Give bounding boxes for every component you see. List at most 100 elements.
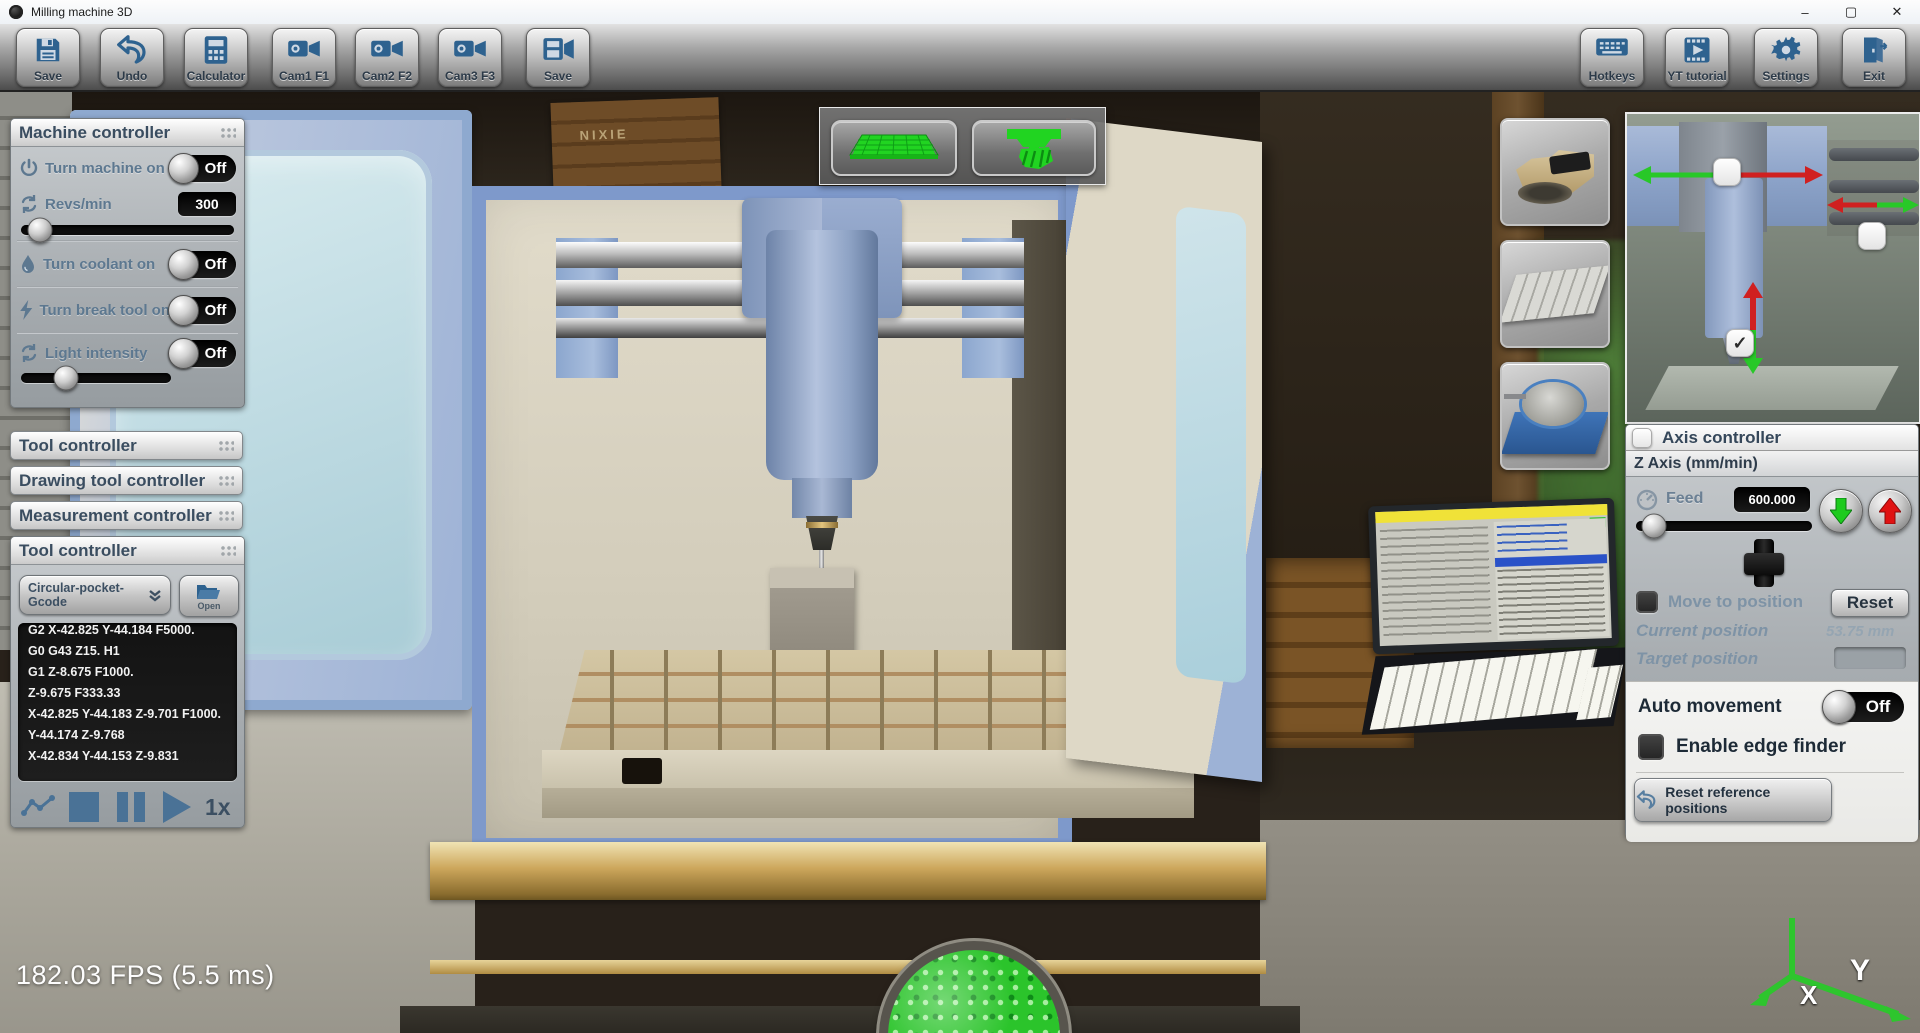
gear-icon: [1755, 35, 1817, 65]
maximize-button[interactable]: ▢: [1828, 0, 1874, 24]
revs-slider-knob[interactable]: [28, 218, 53, 243]
pause-button[interactable]: [117, 792, 151, 822]
close-button[interactable]: ✕: [1874, 0, 1920, 24]
move-to-position-label: Move to position: [1668, 592, 1803, 612]
calculator-button[interactable]: Calculator: [184, 28, 248, 87]
video-camera-icon: [273, 35, 335, 61]
tool-controller-collapsed-header[interactable]: Tool controller: [10, 431, 243, 460]
mini-rail-bar2: [1829, 180, 1919, 193]
exit-button[interactable]: Exit: [1842, 28, 1906, 87]
jog-up-button[interactable]: [1868, 489, 1912, 533]
settings-button[interactable]: Settings: [1754, 28, 1818, 87]
auto-movement-toggle[interactable]: Off: [1824, 692, 1904, 722]
thumbnail-rotary-table[interactable]: [1500, 362, 1610, 470]
gcode-listing[interactable]: G2 X-42.825 Y-44.184 F5000. G0 G43 Z15. …: [18, 623, 237, 781]
feed-label: Feed: [1666, 490, 1703, 508]
scene-table-lower: [542, 788, 1194, 818]
current-position-label: Current position: [1636, 621, 1768, 641]
y-axis-arrows[interactable]: [1827, 194, 1919, 216]
z-jog-handle[interactable]: [1744, 553, 1784, 575]
thumbnail-fixture-plate[interactable]: [1500, 240, 1610, 348]
save-button[interactable]: Save: [16, 28, 80, 87]
panel-grip-icon: [220, 545, 236, 557]
rotary-crank: [1504, 394, 1526, 399]
revs-slider[interactable]: [21, 225, 234, 235]
target-position-input[interactable]: [1834, 647, 1906, 669]
machine-controller-title: Machine controller: [19, 123, 170, 143]
z-axis-header-label: Z Axis (mm/min): [1634, 455, 1758, 473]
break-tool-toggle[interactable]: Off: [170, 297, 236, 324]
toolpath-chart-icon[interactable]: [21, 793, 55, 821]
yt-tutorial-button[interactable]: YT tutorial: [1665, 28, 1729, 87]
green-down-arrow-icon: [1830, 498, 1852, 524]
calculator-button-label: Calculator: [187, 69, 246, 86]
tool-controller-header[interactable]: Tool controller: [11, 537, 244, 565]
cam1-button[interactable]: Cam1 F1: [272, 28, 336, 87]
light-slider[interactable]: [21, 373, 171, 383]
milling-table-icon: [848, 129, 940, 167]
feed-value: 600.000: [1749, 492, 1796, 507]
stop-button[interactable]: [69, 792, 99, 822]
gcode-line: Z-9.675 F333.33: [28, 683, 227, 704]
toggle-knob: [168, 153, 199, 184]
spindle-view-button[interactable]: [972, 120, 1096, 176]
thumbnail-vise-tool[interactable]: [1500, 118, 1610, 226]
power-icon: [19, 158, 39, 178]
settings-button-label: Settings: [1762, 69, 1809, 86]
app-logo-icon: [9, 5, 23, 19]
light-slider-knob[interactable]: [54, 366, 79, 391]
reset-reference-button[interactable]: Reset reference positions: [1634, 778, 1832, 822]
cam2-button[interactable]: Cam2 F2: [355, 28, 419, 87]
playback-speed-label[interactable]: 1x: [205, 794, 231, 821]
minimize-button[interactable]: –: [1782, 0, 1828, 24]
play-button[interactable]: [163, 791, 191, 823]
gcode-line: X-42.834 Y-44.153 Z-9.831: [28, 746, 227, 767]
light-state: Off: [199, 345, 236, 362]
rotary-disc: [1522, 382, 1584, 426]
coolant-toggle[interactable]: Off: [170, 251, 236, 278]
reset-reference-label: Reset reference positions: [1665, 784, 1831, 816]
axis-controller-header[interactable]: Axis controller: [1626, 425, 1918, 451]
z-axis-arrows[interactable]: [1739, 282, 1767, 374]
axis-selector-view[interactable]: ✓: [1625, 112, 1920, 424]
machine-on-toggle[interactable]: Off: [170, 155, 236, 182]
axis-panel-checkbox[interactable]: [1632, 428, 1652, 448]
light-toggle[interactable]: Off: [170, 340, 236, 367]
feed-value-box[interactable]: 600.000: [1734, 487, 1810, 512]
hotkeys-button[interactable]: Hotkeys: [1580, 28, 1644, 87]
yt-tutorial-button-label: YT tutorial: [1667, 69, 1726, 86]
save-screenshot-button[interactable]: Save: [526, 28, 590, 87]
drawing-tool-controller-title: Drawing tool controller: [19, 471, 205, 491]
break-tool-row: Turn break tool on Off: [11, 289, 244, 331]
tool-controller-collapsed-title: Tool controller: [19, 436, 137, 456]
reset-position-button[interactable]: Reset: [1831, 589, 1909, 617]
drawing-tool-controller-header[interactable]: Drawing tool controller: [10, 466, 243, 495]
measurement-controller-header[interactable]: Measurement controller: [10, 501, 243, 530]
target-position-label: Target position: [1636, 649, 1758, 669]
current-position-value: 53.75 mm: [1826, 623, 1894, 640]
move-to-position-checkbox[interactable]: [1636, 591, 1658, 613]
video-camera-icon: [356, 35, 418, 61]
revs-value-box[interactable]: 300: [178, 192, 236, 216]
open-button-label: Open: [197, 601, 220, 611]
table-view-button[interactable]: [831, 120, 957, 176]
open-folder-icon: [196, 582, 222, 602]
y-axis-checkbox[interactable]: [1858, 222, 1886, 250]
open-gcode-button[interactable]: Open: [179, 575, 239, 617]
z-axis-checkbox-checked[interactable]: ✓: [1726, 329, 1754, 357]
revs-slider-row: [11, 219, 244, 239]
feed-slider-knob[interactable]: [1641, 514, 1666, 539]
x-axis-checkbox[interactable]: [1713, 158, 1741, 186]
monitor-body-text: [1497, 566, 1605, 636]
machine-controller-header[interactable]: Machine controller: [11, 119, 244, 147]
gcode-select-dropdown[interactable]: Circular-pocket-Gcode: [19, 575, 171, 615]
edge-finder-checkbox[interactable]: [1638, 734, 1664, 760]
cam3-button[interactable]: Cam3 F3: [438, 28, 502, 87]
undo-button[interactable]: Undo: [100, 28, 164, 87]
main-toolbar: Save Undo Calculator Cam1 F1 Cam2 F2: [0, 24, 1920, 92]
divider: [17, 332, 238, 334]
fixture-plate-image: [1500, 265, 1610, 322]
divider: [17, 240, 238, 242]
feed-slider[interactable]: [1636, 521, 1812, 531]
jog-down-button[interactable]: [1819, 489, 1863, 533]
